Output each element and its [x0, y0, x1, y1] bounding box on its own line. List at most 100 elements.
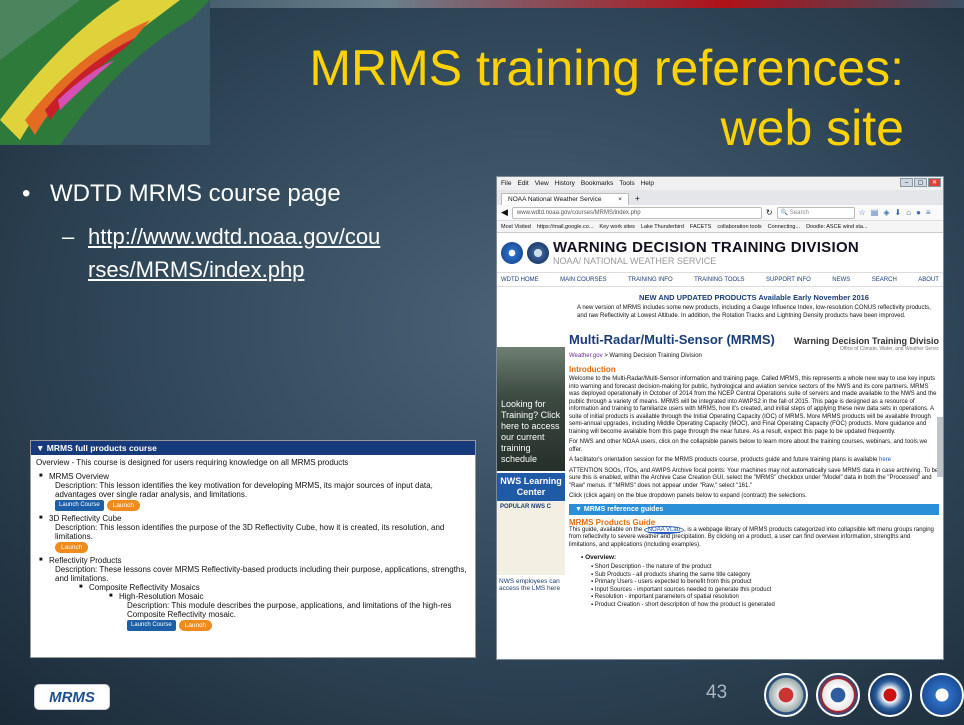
menu-edit[interactable]: Edit [517, 180, 528, 187]
menu-tools[interactable]: Tools [619, 180, 634, 187]
tab-close-icon[interactable]: × [618, 196, 622, 203]
slide-title: MRMS training references: web site [224, 38, 904, 158]
menu-bookmarks[interactable]: Bookmarks [581, 180, 614, 187]
radar-image [0, 0, 210, 145]
reload-icon[interactable]: ↻ [766, 208, 773, 217]
course-link-part1[interactable]: http://www.wdtd.noaa.gov/cou [88, 224, 380, 249]
bookmark-item[interactable]: Most Visited [501, 224, 531, 230]
item-label: 3D Reflectivity Cube [49, 514, 122, 523]
training-schedule-link[interactable]: Looking for Training? Click here to acce… [497, 347, 565, 471]
attention-paragraph: ATTENTION SOOs, ITOs, and AWIPS Archive … [569, 467, 939, 489]
maximize-icon[interactable]: ▢ [914, 178, 927, 187]
window-controls: – ▢ ✕ [900, 178, 941, 187]
launch-button[interactable]: Launch [106, 500, 141, 511]
nav-news[interactable]: NEWS [832, 277, 850, 283]
nav-support-info[interactable]: SUPPORT INFO [766, 277, 811, 283]
bookmark-item[interactable]: collaboration tools [717, 224, 761, 230]
division-subtitle: Office of Climate, Water, and Weather Se… [839, 346, 939, 352]
launch-course-button[interactable]: Launch Course [127, 620, 176, 631]
launch-course-button[interactable]: Launch Course [55, 500, 104, 511]
course-overview: Overview - This course is designed for u… [36, 458, 349, 467]
facilitator-link[interactable]: here [879, 457, 891, 463]
close-icon[interactable]: ✕ [928, 178, 941, 187]
url-bar[interactable]: www.wdtd.noaa.gov/courses/MRMS/index.php [511, 206, 762, 219]
list-item: ▪ Short Description - the nature of the … [591, 564, 712, 570]
lms-link[interactable]: NWS employees can access the LMS here [497, 575, 565, 595]
launch-button[interactable]: Launch [178, 620, 213, 631]
bookmark-item[interactable]: Connecting... [768, 224, 800, 230]
nws-learning-center[interactable]: NWS Learning Center [497, 473, 565, 501]
page-title-row: Multi-Radar/Multi-Sensor (MRMS) Warning … [569, 332, 939, 352]
site-subtitle: NOAA/ NATIONAL WEATHER SERVICE [553, 256, 717, 266]
launch-button[interactable]: Launch [55, 542, 89, 553]
bullet-dot: • [22, 180, 31, 207]
scrollbar[interactable] [937, 417, 943, 477]
facilitator-text: A facilitator's orientation session for … [569, 457, 879, 463]
site-nav: WDTD HOME MAIN COURSES TRAINING INFO TRA… [497, 273, 943, 287]
shield-icon[interactable]: ◈ [883, 208, 889, 217]
search-input[interactable]: 🔍 Search [776, 206, 855, 219]
nav-search[interactable]: SEARCH [872, 277, 897, 283]
intro-heading: Introduction [569, 365, 616, 374]
nws-seal [816, 673, 860, 717]
nav-home[interactable]: WDTD HOME [501, 277, 539, 283]
breadcrumb-link[interactable]: Weather.gov [569, 353, 603, 359]
mrms-badge: MRMS [34, 684, 110, 710]
item-label: MRMS Overview [49, 472, 110, 481]
reference-guides-panel[interactable]: ▼ MRMS reference guides [569, 503, 939, 515]
overview-label: Overview: [585, 554, 617, 561]
chat-icon[interactable]: ● [916, 208, 921, 217]
course-subsubitem: High-Resolution Mosaic [31, 592, 475, 601]
bookmarks-bar: Most Visited https://mail.google.co... K… [497, 221, 943, 233]
oar-seal [868, 673, 912, 717]
nav-about[interactable]: ABOUT [918, 277, 939, 283]
nws-logo [527, 241, 549, 264]
breadcrumb-rest: > Warning Decision Training Division [602, 353, 702, 359]
popular-courses-box[interactable]: POPULAR NWS C [497, 501, 565, 575]
new-products-text: A new version of MRMS includes some new … [577, 305, 931, 319]
sub-bullet: – http://www.wdtd.noaa.gov/cou rses/MRMS/… [62, 220, 452, 286]
minimize-icon[interactable]: – [900, 178, 913, 187]
back-icon[interactable]: ◀ [501, 207, 508, 218]
browser-tab[interactable]: NOAA National Weather Service × [501, 193, 629, 205]
menu-help[interactable]: Help [641, 180, 654, 187]
course-link-part2[interactable]: rses/MRMS/index.php [88, 257, 304, 282]
bookmark-item[interactable]: Key work sites [599, 224, 634, 230]
menu-icon[interactable]: ≡ [926, 208, 931, 217]
item-label: Reflectivity Products [49, 556, 122, 565]
division-block: Warning Decision Training Divisio Office… [794, 336, 939, 352]
browser-screenshot: File Edit View History Bookmarks Tools H… [496, 176, 944, 660]
nav-training-tools[interactable]: TRAINING TOOLS [694, 277, 744, 283]
noaa-logo [501, 241, 523, 264]
nav-training-info[interactable]: TRAINING INFO [628, 277, 673, 283]
bookmark-item[interactable]: Lake Thunderbird [641, 224, 684, 230]
bullet-item: • WDTD MRMS course page [22, 180, 341, 208]
bookmark-item[interactable]: https://mail.google.co... [537, 224, 594, 230]
nav-main-courses[interactable]: MAIN COURSES [560, 277, 606, 283]
course-header[interactable]: ▼ MRMS full products course [31, 441, 475, 455]
wdtd-seal [764, 673, 808, 717]
title-line-1: MRMS training references: [309, 40, 904, 96]
list-item: ▪ Sub Products - all products sharing th… [591, 571, 751, 578]
home-icon[interactable]: ⌂ [906, 208, 911, 217]
menu-file[interactable]: File [501, 180, 511, 187]
download-icon[interactable]: ⬇ [895, 208, 902, 217]
tab-row: NOAA National Weather Service × + [497, 190, 943, 205]
list-item: ▪ Product Creation - short description o… [591, 601, 775, 608]
list-item-text: Product Creation - short description of … [594, 601, 775, 608]
star-icon[interactable]: ☆ [859, 208, 866, 217]
course-item-overview: MRMS Overview [31, 472, 475, 481]
bookmark-item[interactable]: Doodle: ASCE wind sta... [806, 224, 867, 230]
menu-history[interactable]: History [555, 180, 575, 187]
menu-view[interactable]: View [535, 180, 549, 187]
noaa-vlab-link[interactable]: NOAA VLab [643, 525, 685, 534]
bookmark-item[interactable]: FACETS [690, 224, 711, 230]
new-tab-icon[interactable]: + [629, 192, 646, 205]
division-title: Warning Decision Training Divisio [793, 336, 939, 346]
clipboard-icon[interactable]: ▤ [871, 208, 879, 217]
site-header: WARNING DECISION TRAINING DIVISION NOAA/… [497, 233, 943, 273]
list-item: ▪ Primary Users - users expected to bene… [591, 579, 752, 585]
course-item-reflectivity: Reflectivity Products [31, 556, 475, 565]
course-item-3d-cube: 3D Reflectivity Cube [31, 514, 475, 523]
guide-text-a: This guide, available on the [569, 526, 644, 533]
